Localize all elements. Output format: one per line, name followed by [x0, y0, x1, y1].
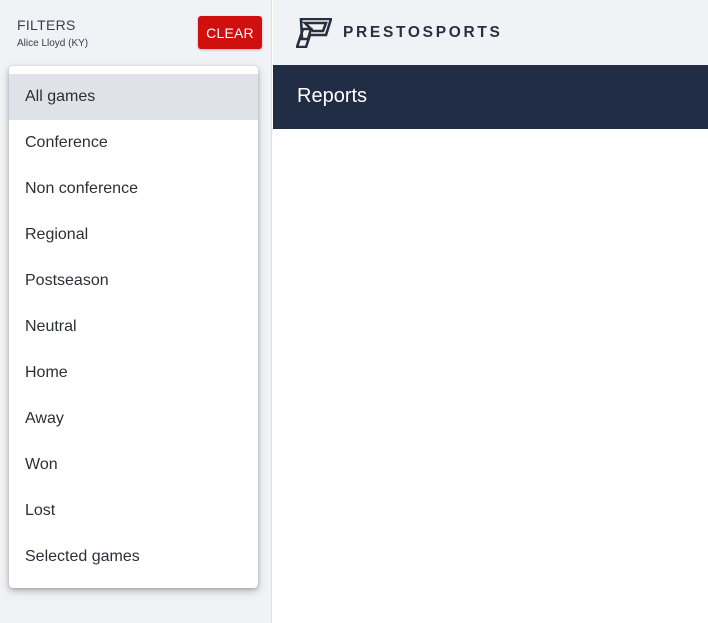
- clear-filters-button[interactable]: CLEAR: [198, 16, 262, 49]
- game-filter-dropdown-menu: All games Conference Non conference Regi…: [9, 66, 258, 588]
- report-title-bar: Reports: [273, 65, 708, 129]
- menu-item-all-games[interactable]: All games: [9, 74, 258, 120]
- menu-item-home[interactable]: Home: [9, 350, 258, 396]
- filters-header: FILTERS Alice Lloyd (KY) CLEAR: [0, 0, 272, 66]
- menu-item-postseason[interactable]: Postseason: [9, 258, 258, 304]
- page-title: Reports: [297, 85, 368, 107]
- app-root: FILTERS Alice Lloyd (KY) CLEAR All games…: [0, 0, 708, 623]
- menu-item-regional[interactable]: Regional: [9, 212, 258, 258]
- menu-item-won[interactable]: Won: [9, 442, 258, 488]
- brand-name: PRESTOSPORTS: [343, 24, 503, 41]
- menu-item-neutral[interactable]: Neutral: [9, 304, 258, 350]
- report-content-area: [273, 129, 708, 623]
- menu-item-non-conference[interactable]: Non conference: [9, 166, 258, 212]
- top-header: PRESTOSPORTS: [273, 0, 708, 65]
- menu-item-conference[interactable]: Conference: [9, 120, 258, 166]
- menu-item-lost[interactable]: Lost: [9, 488, 258, 534]
- menu-item-selected-games[interactable]: Selected games: [9, 534, 258, 580]
- menu-item-away[interactable]: Away: [9, 396, 258, 442]
- filters-title: FILTERS: [17, 17, 76, 33]
- filters-team-name: Alice Lloyd (KY): [17, 38, 89, 49]
- prestosports-logo-icon[interactable]: [296, 18, 332, 48]
